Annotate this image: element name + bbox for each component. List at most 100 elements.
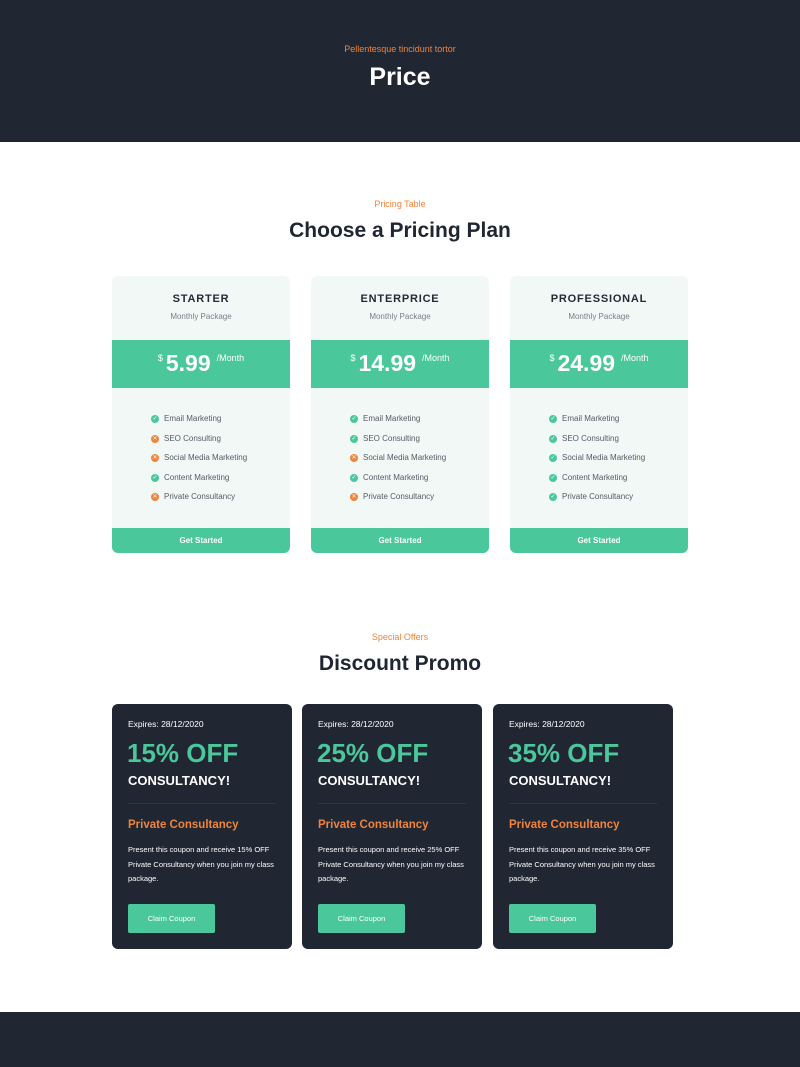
divider [128, 803, 276, 804]
check-icon: ✓ [549, 434, 557, 443]
coupon-subtitle: Private Consultancy [128, 819, 239, 831]
claim-coupon-button[interactable]: Claim Coupon [318, 904, 405, 933]
check-icon: ✓ [350, 434, 358, 443]
coupon-heading: CONSULTANCY! [128, 773, 231, 788]
feature-list: ✓ Email Marketing ✓ SEO Consulting ✕ Social… [350, 414, 446, 512]
price-band: $ 5.99 /Month [112, 340, 290, 388]
promo-eyebrow: Special Offers [371, 632, 429, 642]
claim-coupon-button[interactable]: Claim Coupon [128, 904, 215, 933]
promo-title: Discount Promo [318, 652, 482, 675]
get-started-button[interactable]: Get Started [112, 528, 290, 553]
coupon-heading: CONSULTANCY! [318, 773, 421, 788]
divider [509, 803, 657, 804]
check-icon: ✓ [350, 415, 358, 423]
price-period: /Month [422, 353, 450, 363]
pricing-title: Choose a Pricing Plan [289, 219, 511, 242]
price-period: /Month [216, 353, 245, 363]
coupon-discount: 15% OFF [127, 738, 239, 768]
plan-card-professional: PROFESSIONAL Monthly Package $ 24.99 /Mo… [510, 276, 688, 553]
feature-label: SEO Consulting [164, 433, 221, 443]
check-icon: ✓ [151, 415, 159, 423]
price-band: $ 14.99 /Month [311, 340, 489, 388]
feature-item: ✓ SEO Consulting [350, 434, 446, 454]
price-amount: 5.99 [165, 350, 211, 376]
cross-icon: ✕ [350, 493, 358, 501]
feature-item: ✓ Email Marketing [151, 414, 247, 434]
feature-label: Email Marketing [363, 414, 421, 423]
cross-icon: ✕ [151, 493, 159, 501]
price-period: /Month [621, 353, 649, 363]
feature-label: Email Marketing [164, 414, 222, 423]
coupon-description: Present this coupon and receive 25% OFF … [318, 845, 464, 883]
feature-item: ✕ Social Media Marketing [350, 453, 446, 473]
cross-icon: ✕ [151, 434, 159, 443]
price-amount: 14.99 [358, 350, 417, 376]
plan-card-enterprice: ENTERPRICE Monthly Package $ 14.99 /Mont… [311, 276, 489, 553]
plan-card-starter: STARTER Monthly Package $ 5.99 /Month ✓ E… [112, 276, 290, 553]
feature-label: Social Media Marketing [164, 453, 248, 462]
coupon-discount: 25% OFF [317, 738, 429, 768]
coupon-subtitle: Private Consultancy [509, 819, 620, 831]
coupon-card: Expires: 28/12/2020 15% OFF CONSULTANCY!… [112, 704, 292, 949]
check-icon: ✓ [549, 493, 557, 501]
page-footer [0, 1012, 800, 1067]
plan-name: ENTERPRICE [360, 293, 440, 305]
check-icon: ✓ [151, 473, 159, 482]
coupon-heading: CONSULTANCY! [509, 773, 612, 788]
coupon-discount: 35% OFF [508, 738, 620, 768]
feature-item: ✓ Email Marketing [549, 414, 645, 434]
price-currency: $ [549, 353, 555, 363]
plan-name: PROFESSIONAL [550, 293, 648, 305]
page-header: Pellentesque tincidunt tortor Price [0, 0, 800, 142]
claim-coupon-button[interactable]: Claim Coupon [509, 904, 596, 933]
feature-label: SEO Consulting [562, 433, 619, 443]
plan-package: Monthly Package [369, 312, 431, 321]
get-started-button[interactable]: Get Started [510, 528, 688, 553]
check-icon: ✓ [549, 454, 557, 462]
feature-item: ✓ SEO Consulting [549, 434, 645, 454]
coupon-expiry: Expires: 28/12/2020 [318, 719, 394, 729]
cross-icon: ✕ [151, 454, 159, 462]
get-started-button[interactable]: Get Started [311, 528, 489, 553]
header-eyebrow: Pellentesque tincidunt tortor [344, 44, 456, 54]
divider [318, 803, 466, 804]
feature-label: Private Consultancy [562, 492, 634, 501]
feature-item: ✕ Social Media Marketing [151, 453, 247, 473]
plan-name: STARTER [172, 293, 230, 305]
price-currency: $ [350, 353, 356, 363]
plan-package: Monthly Package [568, 312, 630, 321]
coupon-card: Expires: 28/12/2020 35% OFF CONSULTANCY!… [493, 704, 673, 949]
price-band: $ 24.99 /Month [510, 340, 688, 388]
feature-label: Content Marketing [363, 472, 429, 482]
check-icon: ✓ [549, 415, 557, 423]
feature-item: ✓ Content Marketing [151, 473, 247, 493]
coupon-card: Expires: 28/12/2020 25% OFF CONSULTANCY!… [302, 704, 482, 949]
feature-label: Social Media Marketing [363, 453, 447, 462]
coupon-subtitle: Private Consultancy [318, 819, 429, 831]
cross-icon: ✕ [350, 454, 358, 462]
feature-item: ✓ Email Marketing [350, 414, 446, 434]
feature-item: ✕ SEO Consulting [151, 434, 247, 454]
coupon-expiry: Expires: 28/12/2020 [128, 719, 204, 729]
feature-item: ✓ Social Media Marketing [549, 453, 645, 473]
feature-item: ✓ Content Marketing [350, 473, 446, 493]
feature-label: Content Marketing [562, 472, 628, 482]
feature-list: ✓ Email Marketing ✕ SEO Consulting ✕ Social… [151, 414, 247, 512]
plan-package: Monthly Package [170, 312, 232, 321]
feature-label: SEO Consulting [363, 433, 420, 443]
price-currency: $ [157, 353, 163, 363]
check-icon: ✓ [549, 473, 557, 482]
feature-item: ✓ Private Consultancy [549, 492, 645, 512]
feature-label: Social Media Marketing [562, 453, 646, 462]
feature-item: ✓ Content Marketing [549, 473, 645, 493]
coupon-description: Present this coupon and receive 35% OFF … [509, 845, 655, 883]
feature-label: Private Consultancy [164, 492, 236, 501]
feature-label: Private Consultancy [363, 492, 435, 501]
feature-item: ✕ Private Consultancy [350, 492, 446, 512]
pricing-eyebrow: Pricing Table [374, 199, 426, 209]
feature-label: Content Marketing [164, 472, 230, 482]
feature-list: ✓ Email Marketing ✓ SEO Consulting ✓ Social… [549, 414, 645, 512]
coupon-expiry: Expires: 28/12/2020 [509, 719, 585, 729]
coupon-description: Present this coupon and receive 15% OFF … [128, 845, 274, 883]
price-amount: 24.99 [557, 350, 616, 376]
